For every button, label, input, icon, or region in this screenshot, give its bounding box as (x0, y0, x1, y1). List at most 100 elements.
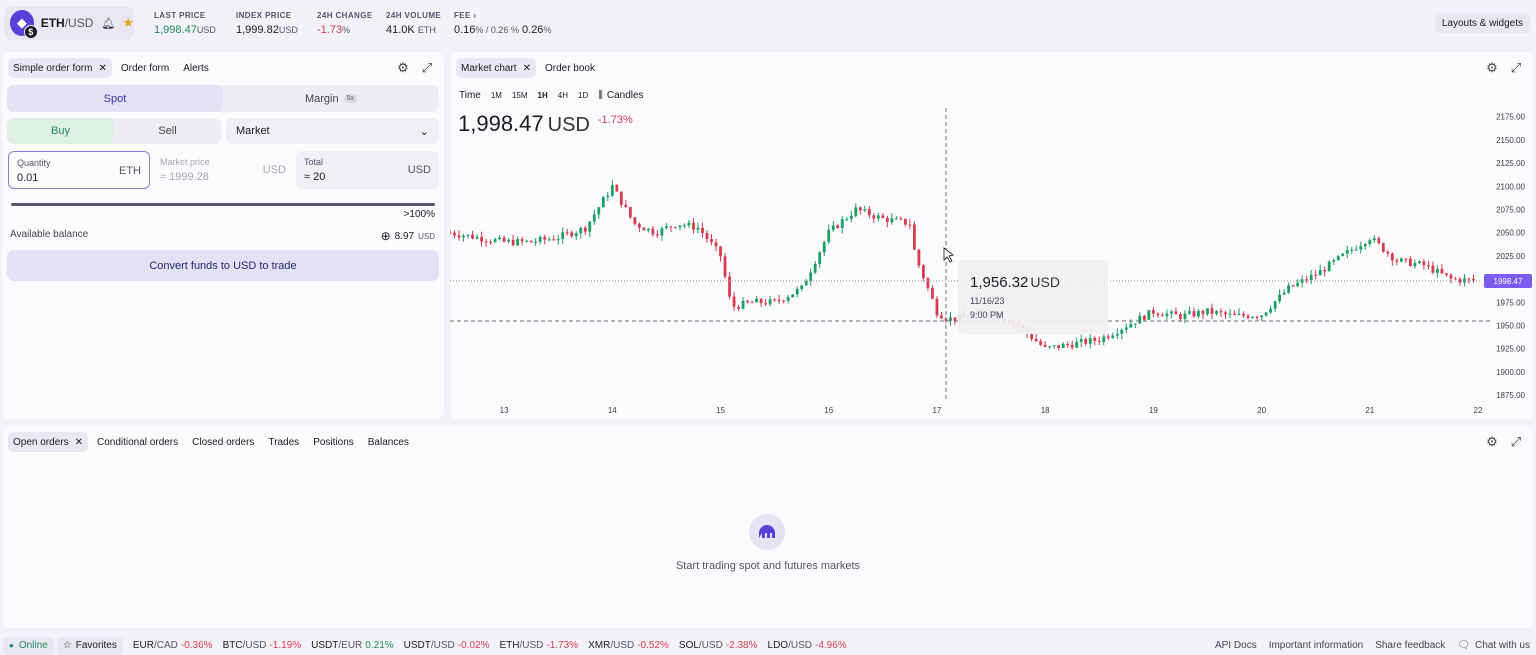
pair-selector[interactable]: ◆ $ ETH/USD 🔔︎ ★ (4, 6, 134, 40)
tooltip-price-row: 1,956.32 USD (970, 274, 1096, 291)
stat-number: 1,998.47 (154, 24, 197, 36)
candle-body (1088, 337, 1092, 344)
candle-body (953, 317, 957, 321)
gear-icon[interactable]: ⚙ (395, 60, 411, 76)
candle-body (777, 299, 781, 301)
candle-body (1404, 258, 1408, 260)
ticker-quote: /USD (519, 640, 544, 651)
candle-body (1165, 313, 1169, 317)
share-feedback-link[interactable]: Share feedback (1375, 640, 1445, 651)
candle-body (642, 227, 646, 231)
candle-body (1454, 278, 1457, 280)
candle-body (1463, 278, 1466, 283)
candle-body (471, 234, 474, 239)
candle-body (1399, 258, 1403, 262)
candle-body (574, 233, 578, 237)
candle-body (534, 241, 538, 243)
candle-body (926, 278, 930, 288)
spot-option[interactable]: Spot (7, 85, 223, 112)
candle-body (1034, 338, 1038, 342)
candle-body (674, 227, 677, 229)
candle-body (1039, 341, 1043, 345)
order-form-panel: Simple order form ✕ Order form Alerts ⚙ ⤢… (2, 52, 444, 419)
candle-body (1291, 285, 1295, 287)
ticker-strip: EUR/CAD -0.36% BTC/USD -1.19% USDT/EUR 0.21% U… (123, 640, 847, 651)
chat-button[interactable]: 🗨︎ Chat with us (1457, 640, 1530, 651)
tab-open-orders[interactable]: Open orders ✕ (8, 432, 88, 452)
api-docs-link[interactable]: API Docs (1215, 640, 1257, 651)
favorites-button[interactable]: ☆ Favorites (56, 636, 123, 655)
tab-positions[interactable]: Positions (308, 432, 359, 452)
fee-taker-unit: % (543, 25, 552, 35)
ticker-quote: /USD (430, 640, 455, 651)
ticker-item[interactable]: BTC/USD -1.19% (223, 640, 302, 651)
ticker-item[interactable]: LDO/USD -4.96% (768, 640, 847, 651)
candle-body (660, 228, 664, 236)
ticker-item[interactable]: USDT/USD -0.02% (404, 640, 490, 651)
ticker-item[interactable]: USDT/EUR 0.21% (311, 640, 394, 651)
tab-closed-orders[interactable]: Closed orders (187, 432, 259, 452)
sell-option[interactable]: Sell (114, 118, 221, 144)
balance-value: 8.97 (394, 230, 415, 242)
amount-slider[interactable] (11, 203, 435, 206)
expand-icon[interactable]: ⤢ (1508, 434, 1524, 450)
star-icon[interactable]: ★ (122, 15, 134, 31)
candle-body (1093, 337, 1097, 341)
y-tick-label: 2175.00 (1496, 113, 1525, 122)
gear-icon[interactable]: ⚙ (1484, 434, 1500, 450)
stat-value: 41.0K ETH (386, 24, 441, 36)
candle-body (885, 217, 889, 223)
candle-body (1048, 346, 1052, 348)
price-tooltip: 1,956.32 USD 11/16/23 9:00 PM (958, 260, 1108, 334)
empty-state-message: Start trading spot and futures markets (675, 560, 861, 572)
candle-body (511, 239, 515, 246)
market-price-value: ≈ 1999.28 (160, 171, 209, 183)
close-icon[interactable]: ✕ (75, 437, 83, 448)
tab-order-form[interactable]: Order form (116, 58, 174, 78)
candlestick-chart[interactable]: 2175.00 2150.00 2125.00 2100.00 2075.00 2050.… (450, 52, 1534, 419)
ticker-item[interactable]: SOL/USD -2.38% (679, 640, 758, 651)
order-type-select[interactable]: Market ⌄ (226, 118, 439, 144)
ticker-pair: ETH (499, 640, 520, 651)
orders-tabs: Open orders ✕ Conditional orders Closed o… (8, 432, 414, 452)
stat-label: FEE (454, 11, 471, 20)
spot-margin-toggle: Spot Margin 5x (7, 85, 439, 112)
bell-icon[interactable]: 🔔︎ (101, 17, 115, 30)
candle-body (1449, 274, 1453, 279)
candle-body (1318, 269, 1322, 276)
close-icon[interactable]: ✕ (98, 63, 106, 74)
candle-body (1219, 311, 1223, 313)
candle-body (1133, 323, 1137, 325)
layouts-widgets-button[interactable]: Layouts & widgets (1434, 13, 1530, 33)
candle-body (1390, 253, 1394, 261)
convert-funds-button[interactable]: Convert funds to USD to trade (7, 250, 439, 281)
important-info-link[interactable]: Important information (1269, 640, 1364, 651)
candle-body (1269, 308, 1272, 313)
candle-body (1111, 335, 1115, 338)
ticker-item[interactable]: EUR/CAD -0.36% (133, 640, 213, 651)
buy-option[interactable]: Buy (7, 118, 114, 144)
plus-circle-icon[interactable]: ⊕ (381, 229, 391, 243)
candle-body (931, 287, 934, 299)
candle-body (516, 239, 520, 246)
candle-body (791, 294, 795, 298)
tab-conditional-orders[interactable]: Conditional orders (92, 432, 183, 452)
tab-trades[interactable]: Trades (263, 432, 304, 452)
candle-body (935, 298, 939, 316)
online-status[interactable]: ● Online (3, 636, 54, 655)
tab-simple-order-form[interactable]: Simple order form ✕ (8, 58, 112, 78)
stat-fee[interactable]: FEE › 0.16% / 0.26 % 0.26% (454, 11, 551, 36)
candle-body (1206, 308, 1209, 315)
tab-alerts[interactable]: Alerts (178, 58, 214, 78)
total-field[interactable]: Total ≈ 20 USD (296, 151, 439, 189)
candle-body (1467, 278, 1471, 280)
margin-option[interactable]: Margin 5x (223, 85, 439, 112)
ticker-item[interactable]: XMR/USD -0.52% (588, 640, 669, 651)
candle-body (1079, 339, 1083, 342)
tab-balances[interactable]: Balances (363, 432, 414, 452)
quantity-field[interactable]: Quantity 0.01 ETH (8, 151, 150, 189)
candle-body (1314, 274, 1318, 276)
ticker-item[interactable]: ETH/USD -1.73% (499, 640, 578, 651)
expand-icon[interactable]: ⤢ (419, 60, 435, 76)
candle-body (1278, 294, 1282, 302)
